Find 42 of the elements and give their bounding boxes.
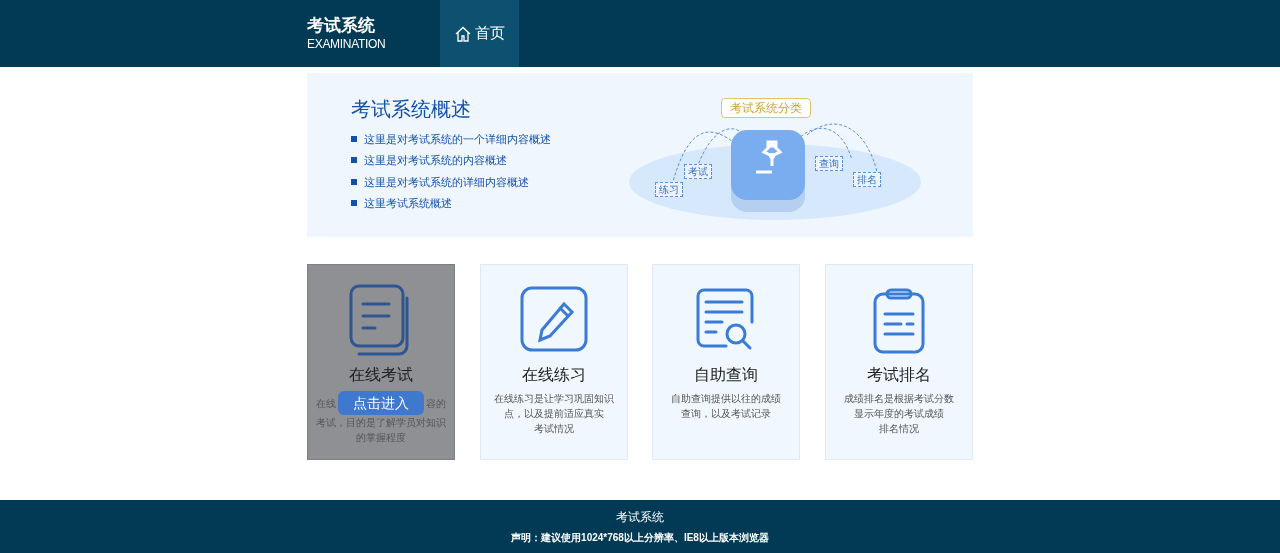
card-description: 成绩排名是根据考试分数 (843, 392, 954, 406)
bullet-icon (351, 135, 357, 142)
logo-title: 考试系统 (307, 15, 376, 36)
category-tooltip: 考试系统分类 (721, 98, 811, 118)
category-tag: 练习 (655, 182, 683, 197)
bullet-icon (351, 178, 357, 185)
logo-subtitle: EXAMINATION (307, 35, 387, 52)
category-tag: 排名 (853, 172, 881, 187)
card-title: 考试排名 (866, 365, 931, 385)
home-icon (454, 25, 471, 42)
overview-item: 这里是对考试系统的一个详细内容概述 (364, 131, 551, 147)
feature-card[interactable]: 考试排名 成绩排名是根据考试分数 显示年度的考试成绩 排名情况 (824, 264, 973, 460)
feature-card[interactable]: 在线练习 在线练习是让学习巩固知识 点，以及提前适应真实 考试情况 (479, 264, 628, 460)
category-tag: 考试 (684, 164, 712, 179)
card-title: 在线考试 (349, 365, 413, 385)
bullet-icon (351, 157, 357, 164)
overview-item: 这里考试系统概述 (364, 196, 452, 211)
card-description: 排名情况 (878, 422, 919, 436)
search-document-icon (696, 288, 757, 352)
overview-item: 这里是对考试系统的详细内容概述 (364, 174, 529, 190)
bullet-icon (351, 200, 357, 207)
clipboard-icon (872, 286, 925, 354)
card-description: 考试情况 (533, 422, 574, 436)
overview-item: 这里是对考试系统的内容概述 (364, 153, 507, 168)
card-description: 点，以及提前适应真实 (503, 407, 604, 421)
nav-tab[interactable]: 首页 (440, 0, 519, 67)
overview-title: 考试系统概述 (351, 97, 472, 122)
card-title: 自助查询 (694, 365, 759, 385)
card-description: 自助查询提供以往的成绩 (671, 392, 782, 406)
feature-card[interactable]: 自助查询 自助查询提供以往的成绩 查询，以及考试记录 (652, 264, 801, 460)
card-description: 的掌握程度 (356, 431, 406, 445)
card-title: 在线练习 (521, 365, 586, 385)
footer-title: 考试系统 (616, 509, 664, 526)
card-description: 在线 (316, 396, 336, 411)
card-description: 在线练习是让学习巩固知识 (493, 392, 614, 406)
footer-notice: 声明：建议使用1024*768以上分辨率、IE8以上版本浏览器 (511, 531, 769, 545)
pencil-icon (519, 286, 588, 354)
enter-button[interactable]: 点击进入 (338, 391, 424, 415)
card-description: 容的 (426, 396, 446, 411)
category-tag: 查询 (815, 156, 843, 171)
card-description: 查询，以及考试记录 (681, 407, 772, 421)
card-description: 显示年度的考试成绩 (853, 407, 944, 421)
